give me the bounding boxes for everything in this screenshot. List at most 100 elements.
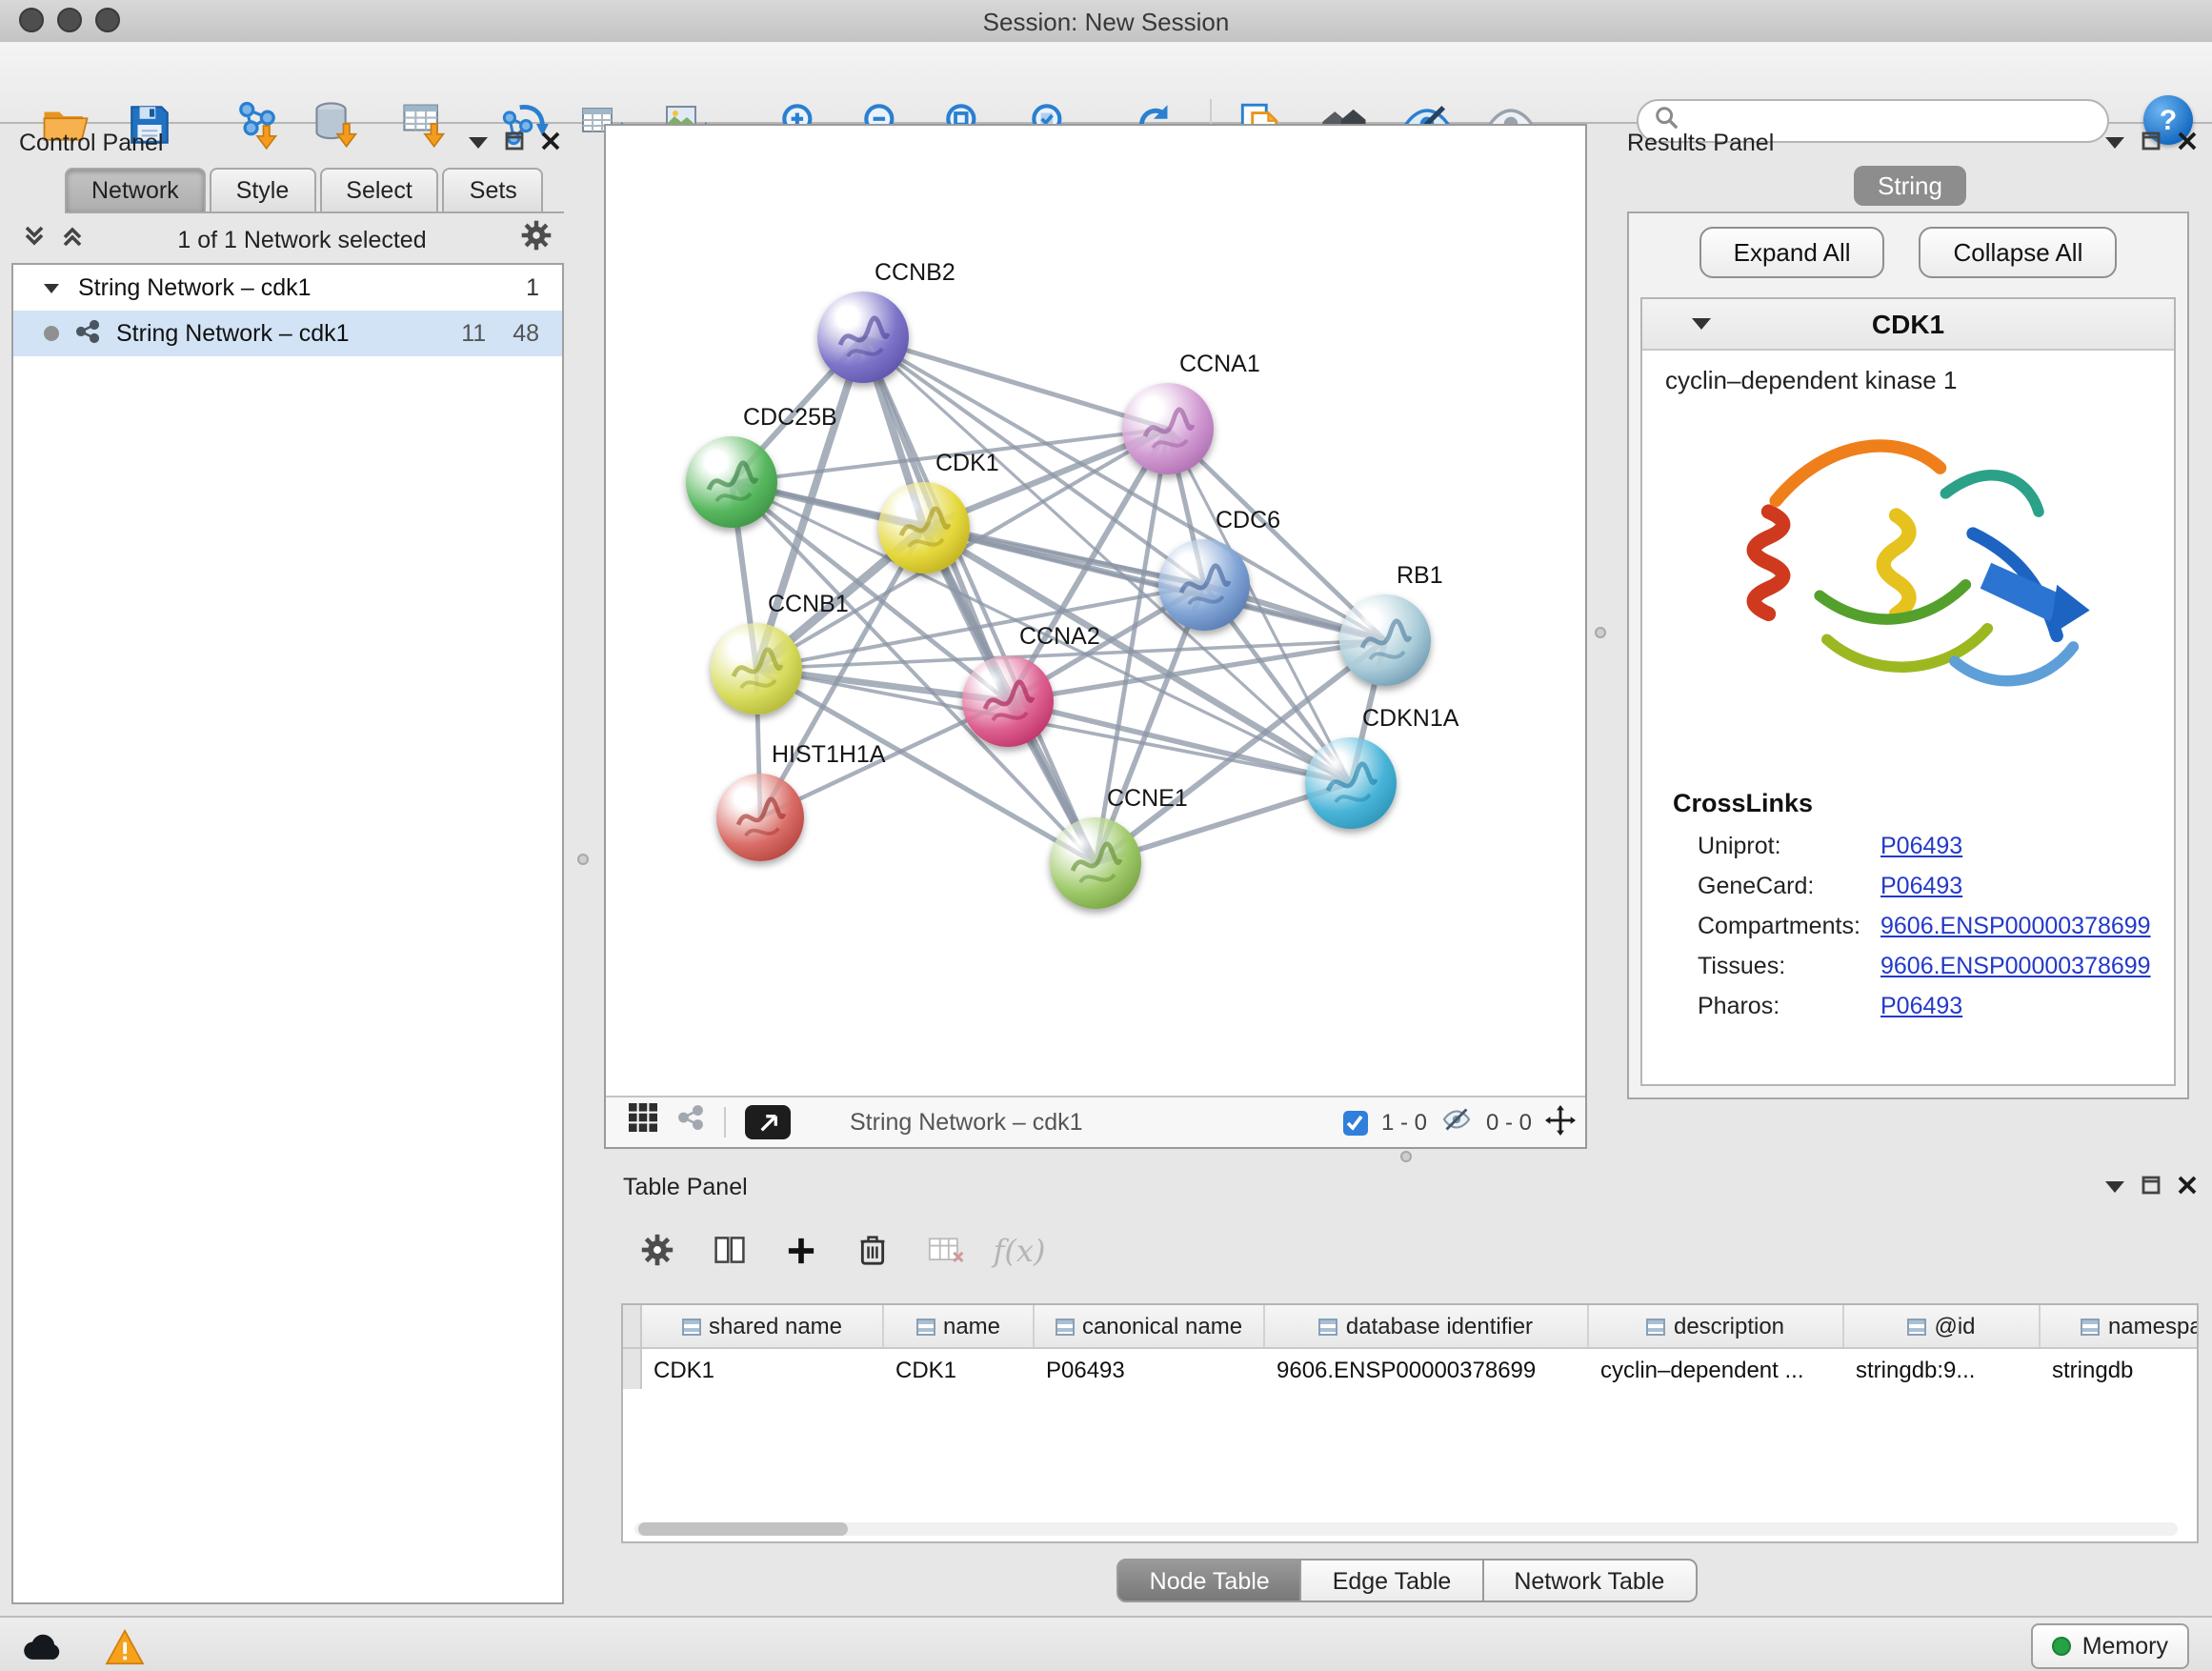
network-node-RB1[interactable] (1339, 594, 1431, 686)
tab-style[interactable]: Style (210, 168, 316, 211)
column-header-database-identifier[interactable]: database identifier (1265, 1305, 1589, 1347)
hidden-eye-icon[interactable] (1440, 1103, 1473, 1141)
row-header-cell (623, 1349, 642, 1389)
expand-all-icon[interactable] (61, 223, 84, 257)
node-label-RB1: RB1 (1397, 562, 1443, 589)
table-tabs: Node TableEdge TableNetwork Table (615, 1559, 2201, 1602)
network-node-CCNA1[interactable] (1122, 383, 1214, 474)
show-columns-icon[interactable] (703, 1223, 756, 1277)
warning-icon[interactable] (99, 1625, 149, 1667)
float-panel-icon[interactable] (2142, 126, 2161, 160)
add-column-icon[interactable] (774, 1223, 827, 1277)
table-cell: P06493 (1035, 1349, 1265, 1389)
network-name: String Network – cdk1 (116, 320, 350, 347)
close-panel-icon[interactable] (541, 126, 560, 160)
pan-crosshair-icon[interactable] (1545, 1104, 1576, 1140)
control-panel-title: Control Panel (19, 130, 164, 156)
crosslink-link[interactable]: 9606.ENSP00000378699 (1880, 912, 2151, 938)
table-panel-title: Table Panel (623, 1174, 748, 1200)
collapse-all-button[interactable]: Collapse All (1920, 226, 2118, 277)
node-label-CDKN1A: CDKN1A (1362, 705, 1458, 732)
network-node-CDC6[interactable] (1158, 539, 1250, 631)
table-panel: Table Panel f(x) shared namenamecanonica… (615, 1166, 2201, 1612)
network-node-CDK1[interactable] (878, 482, 970, 574)
function-builder-icon: f(x) (993, 1223, 1046, 1277)
protein-accordion: CDK1 cyclin–dependent kinase 1 (1640, 297, 2176, 1086)
memory-status-dot (2052, 1637, 2071, 1656)
protein-accordion-header[interactable]: CDK1 (1642, 299, 2174, 351)
tab-node-table[interactable]: Node Table (1117, 1559, 1302, 1602)
network-collection-row[interactable]: String Network – cdk1 1 (13, 265, 562, 311)
network-row[interactable]: String Network – cdk1 11 48 (13, 311, 562, 356)
crosslink-link[interactable]: P06493 (1880, 992, 1962, 1018)
column-header-shared-name[interactable]: shared name (642, 1305, 884, 1347)
network-node-CCNB2[interactable] (817, 292, 909, 383)
node-label-CCNA2: CCNA2 (1019, 623, 1100, 650)
column-icon (1319, 1318, 1338, 1335)
cloud-status-icon[interactable] (19, 1625, 69, 1667)
tab-sets[interactable]: Sets (443, 168, 544, 211)
panel-menu-icon[interactable] (2105, 1181, 2124, 1193)
float-panel-icon[interactable] (2142, 1170, 2161, 1204)
open-in-new-button[interactable] (745, 1105, 791, 1139)
bottom-splitter-handle[interactable] (1400, 1151, 1412, 1162)
crosslink-link[interactable]: P06493 (1880, 832, 1962, 858)
network-node-HIST1H1A[interactable] (716, 774, 804, 861)
network-node-CCNB1[interactable] (711, 623, 802, 715)
float-panel-icon[interactable] (505, 126, 524, 160)
close-panel-icon[interactable] (2178, 1170, 2197, 1204)
column-header--id[interactable]: @id (1844, 1305, 2041, 1347)
network-options-gear-icon[interactable] (520, 219, 553, 261)
network-canvas[interactable]: CCNB2CCNA1CDC25BCDK1CDC6RB1CCNB1CCNA2CDK… (606, 126, 1585, 1096)
crosslink-label: Uniprot: (1698, 832, 1880, 858)
crosslink-row: Compartments:9606.ENSP00000378699 (1642, 905, 2174, 945)
node-label-CDC25B: CDC25B (743, 404, 837, 431)
right-splitter-handle[interactable] (1595, 627, 1606, 638)
table-settings-gear-icon[interactable] (631, 1223, 684, 1277)
network-view: CCNB2CCNA1CDC25BCDK1CDC6RB1CCNB1CCNA2CDK… (604, 124, 1587, 1149)
network-node-CCNE1[interactable] (1050, 817, 1141, 909)
expand-all-button[interactable]: Expand All (1699, 226, 1885, 277)
left-splitter-handle[interactable] (577, 854, 589, 865)
panel-menu-icon[interactable] (2105, 137, 2124, 149)
node-label-CCNB1: CCNB1 (768, 591, 849, 617)
network-node-CDC25B[interactable] (686, 436, 777, 528)
application-window: Session: New Session (0, 0, 2212, 1671)
panel-menu-icon[interactable] (469, 137, 488, 149)
column-header-namespace[interactable]: namespace (2041, 1305, 2199, 1347)
table-row[interactable]: CDK1CDK1P064939606.ENSP00000378699cyclin… (623, 1349, 2197, 1389)
column-icon (1907, 1318, 1926, 1335)
node-label-CCNB2: CCNB2 (875, 259, 955, 286)
tab-network-table[interactable]: Network Table (1481, 1559, 1697, 1602)
tab-network[interactable]: Network (65, 168, 206, 211)
tab-select[interactable]: Select (319, 168, 439, 211)
crosslink-label: GeneCard: (1698, 872, 1880, 898)
crosslink-link[interactable]: P06493 (1880, 872, 1962, 898)
accordion-expander-icon[interactable] (1692, 318, 1711, 330)
column-header-description[interactable]: description (1589, 1305, 1844, 1347)
table-header-row: shared namenamecanonical namedatabase id… (623, 1305, 2197, 1349)
delete-column-icon[interactable] (846, 1223, 899, 1277)
memory-button[interactable]: Memory (2031, 1623, 2189, 1669)
scrollbar-thumb[interactable] (638, 1522, 848, 1536)
table-cell: cyclin–dependent ... (1589, 1349, 1844, 1389)
tab-edge-table[interactable]: Edge Table (1300, 1559, 1484, 1602)
crosslink-link[interactable]: 9606.ENSP00000378699 (1880, 952, 2151, 978)
network-node-CDKN1A[interactable] (1305, 737, 1397, 829)
main-toolbar: ? (0, 42, 2212, 124)
table-body: CDK1CDK1P064939606.ENSP00000378699cyclin… (623, 1349, 2197, 1389)
network-share-icon[interactable] (676, 1103, 705, 1141)
tree-expander-icon[interactable] (44, 283, 59, 292)
collapse-all-icon[interactable] (23, 223, 46, 257)
selected-checkbox-icon[interactable] (1343, 1110, 1368, 1135)
string-tab-badge[interactable]: String (1853, 166, 1967, 206)
table-toolbar: f(x) (615, 1216, 2201, 1284)
birdseye-grid-icon[interactable] (629, 1103, 657, 1141)
collection-name: String Network – cdk1 (78, 274, 312, 301)
close-panel-icon[interactable] (2178, 126, 2197, 160)
table-horizontal-scrollbar[interactable] (634, 1522, 2178, 1536)
column-header-canonical-name[interactable]: canonical name (1035, 1305, 1265, 1347)
node-label-HIST1H1A: HIST1H1A (772, 741, 886, 768)
network-node-CCNA2[interactable] (962, 655, 1054, 747)
column-header-name[interactable]: name (884, 1305, 1035, 1347)
